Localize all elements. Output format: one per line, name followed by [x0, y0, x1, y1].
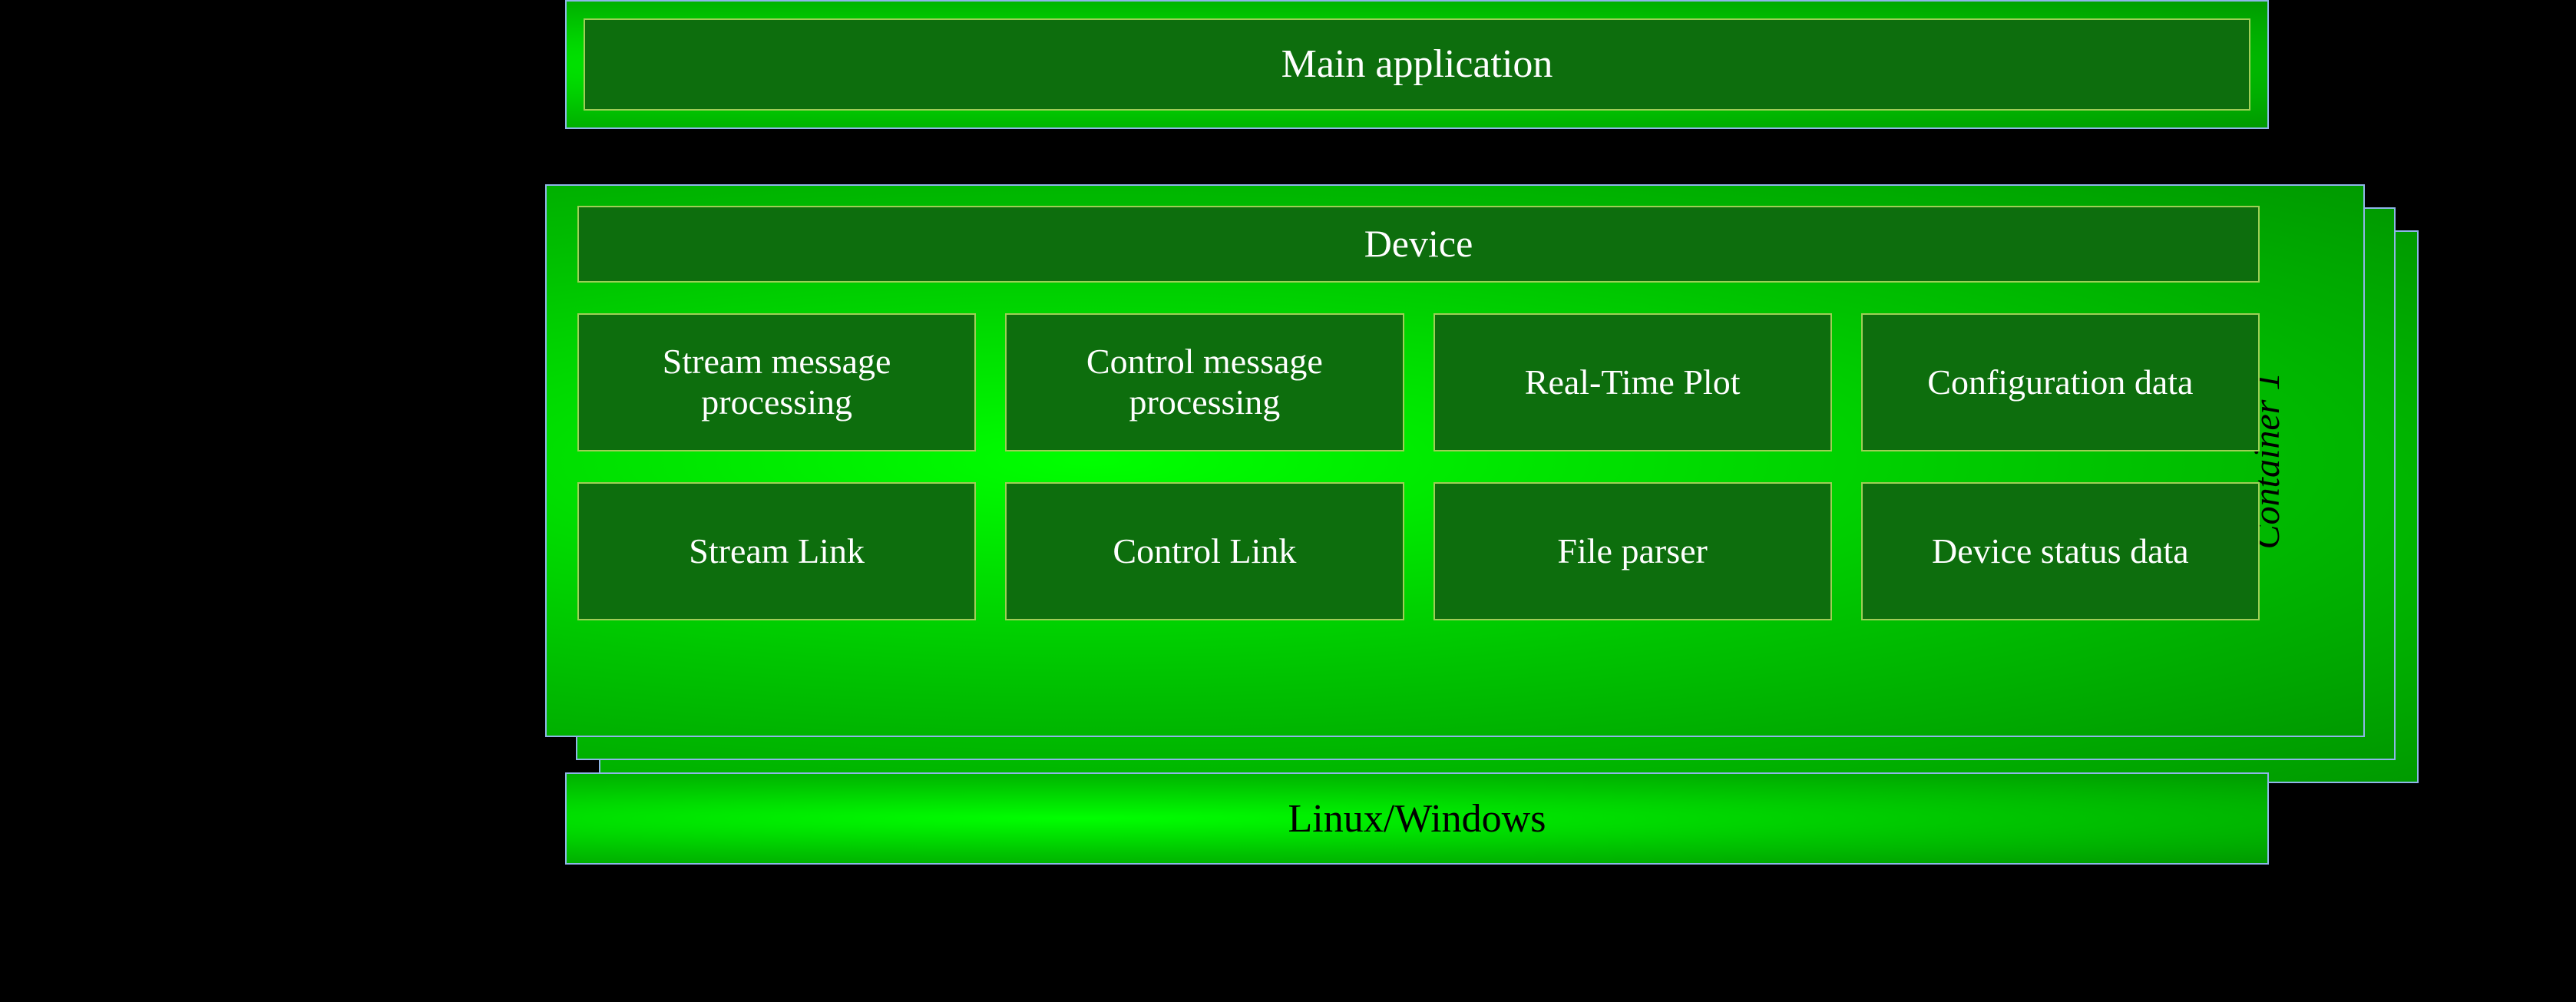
main-application-panel: Main application: [565, 0, 2269, 129]
real-time-plot-box: Real-Time Plot: [1433, 313, 1832, 451]
configuration-data-box: Configuration data: [1861, 313, 2260, 451]
control-link-box: Control Link: [1005, 482, 1404, 620]
device-box: Device: [577, 206, 2260, 283]
main-application-box: Main application: [584, 18, 2250, 111]
container-1-row-2: Stream Link Control Link File parser Dev…: [577, 482, 2260, 620]
stream-link-box: Stream Link: [577, 482, 976, 620]
device-status-data-box: Device status data: [1861, 482, 2260, 620]
os-bar: Linux/Windows: [565, 772, 2269, 865]
file-parser-box: File parser: [1433, 482, 1832, 620]
control-message-processing-box: Control message processing: [1005, 313, 1404, 451]
os-label: Linux/Windows: [1288, 796, 1546, 842]
stream-message-processing-box: Stream message processing: [577, 313, 976, 451]
container-1-row-1: Stream message processing Control messag…: [577, 313, 2260, 451]
container-1-content: Device Stream message processing Control…: [577, 206, 2260, 716]
container-1-card: Container 1 Device Stream message proces…: [545, 184, 2365, 737]
